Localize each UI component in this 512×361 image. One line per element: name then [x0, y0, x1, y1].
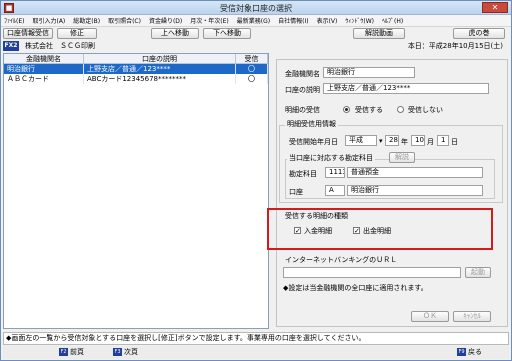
- ok-button[interactable]: ＯＫ: [411, 311, 449, 322]
- menu-view[interactable]: 表示(V): [317, 16, 338, 25]
- cell-recv: 〇: [236, 64, 268, 74]
- menu-window[interactable]: ｳｨﾝﾄﾞｳ(W): [345, 16, 374, 25]
- dropdown-icon: ▾: [379, 137, 383, 145]
- f9-key-icon: F9: [457, 348, 466, 356]
- cell-recv: 〇: [236, 74, 268, 84]
- account-list: 金融機関名 口座の説明 受信 明治銀行 上野支店／普通／123**** 〇 ＡＢ…: [3, 53, 269, 329]
- desc-label: 口座の説明: [285, 86, 320, 94]
- menu-monthly[interactable]: 月次・年次(E): [190, 16, 228, 25]
- function-key-bar: F2 前頁 F3 次頁 F9 戻る: [3, 346, 509, 359]
- f3-key-icon: F3: [113, 348, 122, 356]
- year-unit: 年: [401, 138, 408, 146]
- menu-ledger[interactable]: 総勘定(B): [73, 16, 100, 25]
- types-label: 受信する明細の種類: [285, 212, 348, 220]
- bank-label: 金融機関名: [285, 70, 320, 78]
- cancel-button[interactable]: ｷｬﾝｾﾙ: [453, 311, 491, 322]
- note-text: ◆設定は当金融機関の全口座に適用されます。: [283, 284, 428, 292]
- close-button[interactable]: ✕: [482, 2, 508, 13]
- year-field[interactable]: 28: [385, 135, 399, 146]
- menu-entry[interactable]: 取引入力(A): [32, 16, 65, 25]
- menu-company[interactable]: 自社情報(I): [278, 16, 308, 25]
- menu-help[interactable]: ﾍﾙﾌﾟ(H): [382, 16, 403, 25]
- menu-matching[interactable]: 取引照合(C): [108, 16, 141, 25]
- ib-url-field[interactable]: [283, 267, 461, 278]
- company-name: 株式会社 ＳＣＧ印刷: [25, 42, 95, 50]
- day-field[interactable]: 1: [437, 135, 449, 146]
- receive-yes-radio[interactable]: [343, 106, 350, 113]
- col-bank: 金融機関名: [4, 54, 84, 63]
- move-up-button[interactable]: 上へ移動: [151, 28, 199, 39]
- withdraw-checkbox[interactable]: ✓: [353, 227, 360, 235]
- f2-key-icon: F2: [59, 348, 68, 356]
- cell-bank: 明治銀行: [4, 64, 84, 74]
- list-row[interactable]: 明治銀行 上野支店／普通／123**** 〇: [4, 64, 268, 74]
- menu-latest[interactable]: 最新業務(G): [237, 16, 270, 25]
- back-label: 戻る: [468, 348, 482, 356]
- window-title: 受信対象口座の選択: [220, 4, 292, 13]
- explain-video-button[interactable]: 解説動画: [353, 28, 405, 39]
- cell-desc: ABCカード12345678********: [84, 74, 236, 84]
- menu-bar: ﾌｧｲﾙ(E) 取引入力(A) 総勘定(B) 取引照合(C) 資金繰り(D) 月…: [1, 15, 511, 27]
- next-page-button[interactable]: F3 次頁: [113, 347, 138, 358]
- menu-cashflow[interactable]: 資金繰り(D): [149, 16, 182, 25]
- receive-yes-label: 受信する: [355, 106, 383, 114]
- tiger-scroll-button[interactable]: 虎の巻: [453, 28, 505, 39]
- list-row[interactable]: ＡＢＣカード ABCカード12345678******** 〇: [4, 74, 268, 84]
- desc-field[interactable]: 上野支店／普通／123****: [323, 83, 489, 94]
- title-bar: ■ 受信対象口座の選択 ✕: [1, 1, 511, 15]
- back-button[interactable]: F9 戻る: [457, 347, 482, 358]
- account-code-field[interactable]: A: [325, 185, 345, 196]
- account-name-field[interactable]: 明治銀行: [347, 185, 483, 196]
- start-date-label: 受信開始年月日: [289, 138, 338, 146]
- toolbar: 口座情報受信 修正 上へ移動 下へ移動 解説動画 虎の巻: [1, 27, 511, 40]
- receive-no-radio[interactable]: [397, 106, 404, 113]
- prev-page-button[interactable]: F2 前頁: [59, 347, 84, 358]
- explain-button[interactable]: 解説: [389, 152, 415, 163]
- account-info-receive-button[interactable]: 口座情報受信: [3, 28, 53, 39]
- bank-name-field[interactable]: 明治銀行: [323, 67, 415, 78]
- account-code-label: 口座: [289, 188, 303, 196]
- withdraw-label: 出金明細: [363, 227, 391, 235]
- list-header: 金融機関名 口座の説明 受信: [4, 54, 268, 64]
- prev-page-label: 前頁: [70, 348, 84, 356]
- cell-desc: 上野支店／普通／123****: [84, 64, 236, 74]
- col-recv: 受信: [236, 54, 268, 63]
- today-date: 本日：平成28年10月15日(土): [407, 42, 503, 50]
- main-window: ■ 受信対象口座の選択 ✕ ﾌｧｲﾙ(E) 取引入力(A) 総勘定(B) 取引照…: [0, 0, 512, 361]
- fx2-badge: FX2: [3, 41, 19, 51]
- col-desc: 口座の説明: [84, 54, 236, 63]
- subject-code-field[interactable]: 1113: [325, 167, 345, 178]
- era-select[interactable]: 平成: [345, 135, 377, 146]
- receive-label: 明細の受信: [285, 106, 320, 114]
- deposit-checkbox[interactable]: ✓: [294, 227, 301, 235]
- month-field[interactable]: 10: [411, 135, 425, 146]
- cell-bank: ＡＢＣカード: [4, 74, 84, 84]
- next-page-label: 次頁: [124, 348, 138, 356]
- day-unit: 日: [451, 138, 458, 146]
- subject-name-field[interactable]: 普通預金: [347, 167, 483, 178]
- deposit-label: 入金明細: [304, 227, 332, 235]
- receive-no-label: 受信しない: [408, 106, 443, 114]
- company-bar: FX2 株式会社 ＳＣＧ印刷 本日：平成28年10月15日(土): [1, 40, 511, 52]
- edit-button[interactable]: 修正: [57, 28, 97, 39]
- menu-file[interactable]: ﾌｧｲﾙ(E): [4, 16, 24, 25]
- launch-button[interactable]: 起動: [465, 267, 491, 278]
- ib-url-label: インターネットバンキングのＵＲＬ: [285, 256, 398, 264]
- month-unit: 月: [427, 138, 434, 146]
- status-bar: ◆画面左の一覧から受信対象とする口座を選択し[修正]ボタンで設定します。事業専用…: [3, 332, 509, 345]
- move-down-button[interactable]: 下へ移動: [203, 28, 251, 39]
- subject-code-label: 勘定科目: [289, 170, 317, 178]
- subject-group-label: 当口座に対応する勘定科目: [287, 153, 375, 163]
- receive-info-label: 明細受信用情報: [285, 119, 338, 129]
